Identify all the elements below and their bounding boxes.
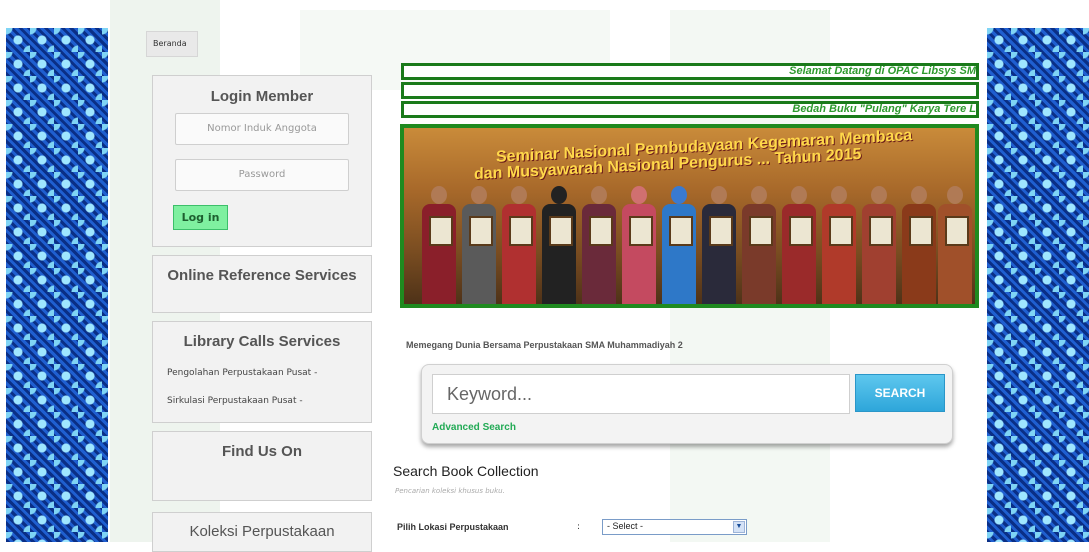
right-batik-pattern xyxy=(987,28,1089,542)
advanced-search-link[interactable]: Advanced Search xyxy=(432,422,516,433)
library-calls-item[interactable]: Sirkulasi Perpustakaan Pusat - xyxy=(167,396,303,406)
search-collection-subtitle: Pencarian koleksi khusus buku. xyxy=(395,487,505,495)
news-marquee-text[interactable]: Bedah Buku "Pulang" Karya Tere L xyxy=(792,104,976,115)
library-location-select-value: - Select - xyxy=(607,521,644,531)
search-button[interactable]: SEARCH xyxy=(855,374,945,412)
search-panel: Keyword... SEARCH Advanced Search xyxy=(421,364,953,444)
library-tagline: Memegang Dunia Bersama Perpustakaan SMA … xyxy=(406,340,683,350)
empty-marquee xyxy=(401,82,979,99)
koleksi-title: Koleksi Perpustakaan xyxy=(189,523,335,540)
library-location-select[interactable]: - Select - ▼ xyxy=(602,519,747,535)
find-us-panel: Find Us On xyxy=(152,431,372,501)
login-button[interactable]: Log in xyxy=(173,205,228,230)
online-reference-panel: Online Reference Services xyxy=(152,255,372,313)
chevron-down-icon[interactable]: ▼ xyxy=(733,521,745,533)
label-separator: : xyxy=(577,522,581,532)
login-panel: Login Member Nomor Induk Anggota Passwor… xyxy=(152,75,372,247)
password-input[interactable]: Password xyxy=(175,159,349,191)
library-calls-item[interactable]: Pengolahan Perpustakaan Pusat - xyxy=(167,368,317,378)
event-banner-image: Seminar Nasional Pembudayaan Kegemaran M… xyxy=(400,124,979,308)
search-collection-title: Search Book Collection xyxy=(393,463,539,479)
breadcrumb-home[interactable]: Beranda xyxy=(146,31,198,57)
library-calls-title: Library Calls Services xyxy=(183,333,341,350)
left-batik-pattern xyxy=(6,28,108,542)
find-us-title: Find Us On xyxy=(222,443,302,460)
library-location-label: Pilih Lokasi Perpustakaan xyxy=(397,522,509,532)
welcome-marquee-text: Selamat Datang di OPAC Libsys SM xyxy=(789,65,976,77)
login-title: Login Member xyxy=(210,88,314,105)
online-reference-title[interactable]: Online Reference Services xyxy=(153,267,371,284)
welcome-marquee: Selamat Datang di OPAC Libsys SM xyxy=(401,63,979,80)
keyword-search-input[interactable]: Keyword... xyxy=(432,374,850,414)
koleksi-panel: Koleksi Perpustakaan xyxy=(152,512,372,552)
member-number-input[interactable]: Nomor Induk Anggota xyxy=(175,113,349,145)
library-calls-panel: Library Calls Services Pengolahan Perpus… xyxy=(152,321,372,423)
news-marquee: Bedah Buku "Pulang" Karya Tere L xyxy=(401,101,979,118)
